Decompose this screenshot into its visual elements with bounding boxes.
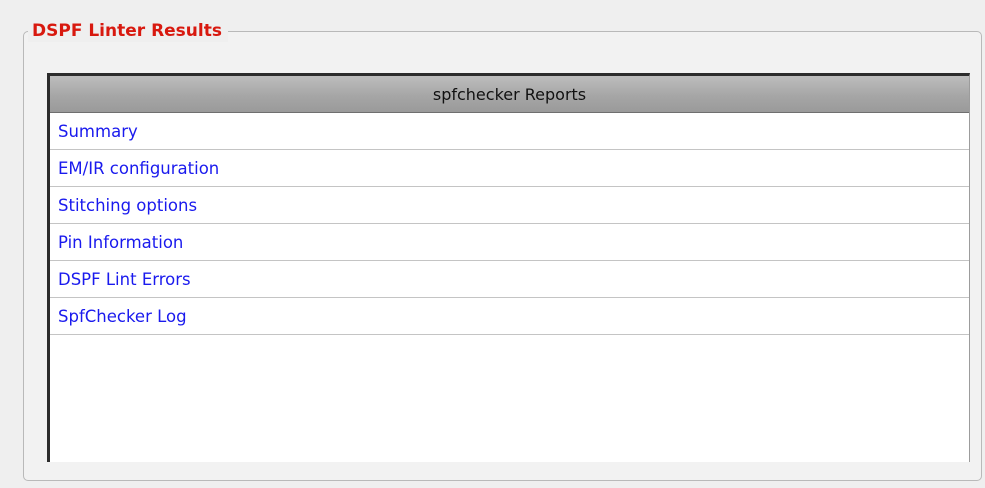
reports-table: spfchecker Reports Summary EM/IR configu… bbox=[47, 73, 970, 462]
report-item-spfchecker-log[interactable]: SpfChecker Log bbox=[50, 298, 969, 335]
groupbox-title: DSPF Linter Results bbox=[28, 20, 228, 42]
report-item-dspf-lint-errors[interactable]: DSPF Lint Errors bbox=[50, 261, 969, 298]
report-item-pin-information[interactable]: Pin Information bbox=[50, 224, 969, 261]
report-item-summary[interactable]: Summary bbox=[50, 113, 969, 150]
reports-list: Summary EM/IR configuration Stitching op… bbox=[50, 113, 969, 335]
report-item-emir-configuration[interactable]: EM/IR configuration bbox=[50, 150, 969, 187]
reports-table-header: spfchecker Reports bbox=[50, 76, 969, 113]
report-item-stitching-options[interactable]: Stitching options bbox=[50, 187, 969, 224]
